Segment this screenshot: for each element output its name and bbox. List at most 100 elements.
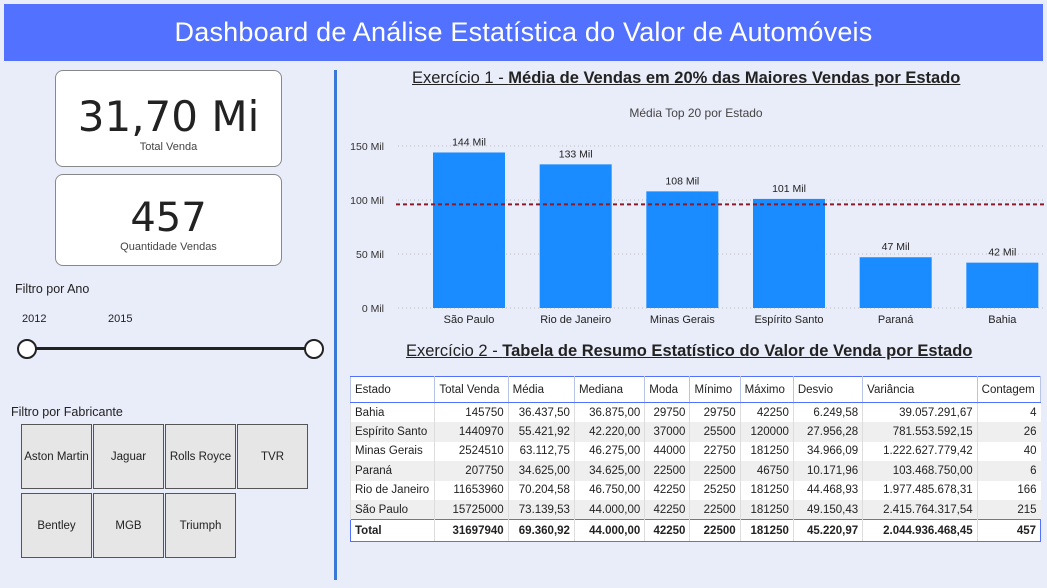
table-cell: 42250: [644, 500, 690, 520]
table-column-header[interactable]: Mínimo: [689, 376, 741, 403]
chart-bar[interactable]: [859, 257, 932, 308]
table-column-header[interactable]: Estado: [349, 376, 436, 403]
table-header-row: Estado Total Venda Média Mediana Moda Mínimo M…: [349, 376, 1042, 403]
year-slider-end-handle[interactable]: [304, 339, 324, 359]
bar-chart-media-top20: Média Top 20 por Estado 0 Mil 50 Mil 100 M…: [350, 106, 1044, 326]
table-cell: 1440970: [434, 422, 509, 442]
kpi-quantidade-value: 457: [130, 195, 207, 241]
table-cell: 34.966,09: [792, 441, 863, 461]
table-cell: Paraná: [349, 461, 435, 481]
kpi-total-venda-label: Total Venda: [139, 141, 198, 153]
table-column-header[interactable]: Variância: [862, 376, 978, 403]
kpi-card-quantidade: 457 Quantidade Vendas: [55, 174, 282, 266]
table-cell: 1.977.485.678,31: [862, 480, 978, 500]
fabricante-button-triumph[interactable]: Triumph: [165, 493, 236, 558]
page-title: Dashboard de Análise Estatística do Valo…: [174, 17, 873, 47]
table-cell: 103.468.750,00: [862, 461, 978, 481]
filtro-ano-end: 2015: [108, 313, 133, 325]
x-tick-label: São Paulo: [444, 314, 495, 326]
table-cell: 15725000: [434, 500, 509, 520]
table-cell: 73.139,53: [507, 500, 575, 520]
chart-bar[interactable]: [753, 198, 825, 308]
y-tick-label: 0 Mil: [362, 303, 384, 315]
table-column-header[interactable]: Mediana: [573, 376, 646, 403]
table-cell: 22500: [689, 461, 741, 481]
table-column-header[interactable]: Máximo: [739, 376, 794, 403]
table-cell: 44.000,00: [573, 500, 645, 520]
chart-bar[interactable]: [646, 191, 719, 308]
table-row: Rio de Janeiro 11653960 70.204,58 46.750,00…: [349, 480, 1041, 500]
table-cell: 42250: [739, 402, 794, 422]
table-row: Paraná 207750 34.625,00 34.625,00 22500 22500…: [349, 461, 1041, 481]
table-cell: 40: [976, 441, 1041, 461]
table-column-header[interactable]: Moda: [644, 376, 691, 403]
table-cell: 55.421,92: [507, 422, 575, 442]
fabricante-button-rolls-royce[interactable]: Rolls Royce: [165, 424, 236, 489]
table-cell: 29750: [689, 402, 741, 422]
table-cell: 29750: [644, 402, 690, 422]
table-cell: 2524510: [434, 441, 509, 461]
table-cell: 25250: [689, 480, 741, 500]
bar-data-label: 101 Mil: [772, 183, 806, 195]
table-column-header[interactable]: Desvio: [792, 376, 864, 403]
table-cell: Espírito Santo: [349, 422, 435, 442]
year-slider-track[interactable]: [27, 347, 314, 350]
fabricante-button-tvr[interactable]: TVR: [237, 424, 308, 489]
table-cell: 46.275,00: [573, 441, 645, 461]
bar-data-label: 108 Mil: [665, 175, 699, 187]
table-row: Bahia 145750 36.437,50 36.875,00 29750 29750 4…: [349, 402, 1041, 422]
table-total-cell: 44.000,00: [573, 519, 645, 542]
table-cell: 26: [976, 422, 1041, 442]
table-column-header[interactable]: Média: [507, 376, 575, 403]
x-tick-label: Rio de Janeiro: [540, 314, 611, 326]
chart-bar[interactable]: [433, 152, 505, 308]
table-cell: 37000: [644, 422, 690, 442]
kpi-total-venda-value: 31,70 Mi: [77, 92, 260, 141]
table-cell: 22500: [644, 461, 690, 481]
fabricante-button-mgb[interactable]: MGB: [93, 493, 164, 558]
exercicio2-title: Exercício 2 - Tabela de Resumo Estatísti…: [406, 342, 972, 361]
table-cell: 42.220,00: [573, 422, 645, 442]
table-column-header[interactable]: Total Venda: [434, 376, 509, 403]
table-column-header[interactable]: Contagem: [976, 376, 1042, 403]
table-cell: 6: [976, 461, 1041, 481]
table-cell: 25500: [689, 422, 741, 442]
table-total-cell: 31697940: [434, 519, 509, 542]
table-cell: 215: [976, 500, 1041, 520]
table-total-cell: 45.220,97: [792, 519, 863, 542]
table-cell: 39.057.291,67: [862, 402, 978, 422]
bar-data-label: 47 Mil: [882, 241, 910, 253]
bar-data-label: 133 Mil: [559, 148, 593, 160]
fabricante-button-aston-martin[interactable]: Aston Martin: [21, 424, 92, 489]
x-tick-label: Paraná: [878, 314, 914, 326]
table-cell: 120000: [739, 422, 794, 442]
table-cell: 166: [976, 480, 1041, 500]
table-cell: 145750: [434, 402, 509, 422]
bar-data-label: 42 Mil: [988, 247, 1016, 259]
table-cell: Bahia: [349, 402, 435, 422]
table-cell: 11653960: [434, 480, 509, 500]
table-cell: Rio de Janeiro: [349, 480, 435, 500]
exercicio1-prefix: Exercício 1 -: [412, 69, 509, 87]
year-slider-start-handle[interactable]: [17, 339, 37, 359]
table-cell: 34.625,00: [507, 461, 575, 481]
table-total-cell: 69.360,92: [507, 519, 575, 542]
table-cell: 34.625,00: [573, 461, 645, 481]
table-cell: 63.112,75: [507, 441, 575, 461]
dashboard-header: Dashboard de Análise Estatística do Valo…: [4, 4, 1043, 61]
fabricante-button-jaguar[interactable]: Jaguar: [93, 424, 164, 489]
table-total-cell: 42250: [644, 519, 690, 542]
chart-bar[interactable]: [966, 262, 1039, 308]
table-total-cell: Total: [349, 519, 435, 542]
table-row: Espírito Santo 1440970 55.421,92 42.220,00 3…: [349, 422, 1041, 442]
table-cell: 49.150,43: [792, 500, 863, 520]
fabricante-button-bentley[interactable]: Bentley: [21, 493, 92, 558]
table-cell: 2.415.764.317,54: [862, 500, 978, 520]
filtro-fabricante-label: Filtro por Fabricante: [11, 405, 123, 419]
y-tick-label: 100 Mil: [350, 195, 384, 207]
table-cell: Minas Gerais: [349, 441, 435, 461]
vertical-divider: [334, 70, 337, 580]
table-cell: 36.437,50: [507, 402, 575, 422]
chart-bar[interactable]: [539, 164, 612, 308]
table-cell: 6.249,58: [792, 402, 863, 422]
